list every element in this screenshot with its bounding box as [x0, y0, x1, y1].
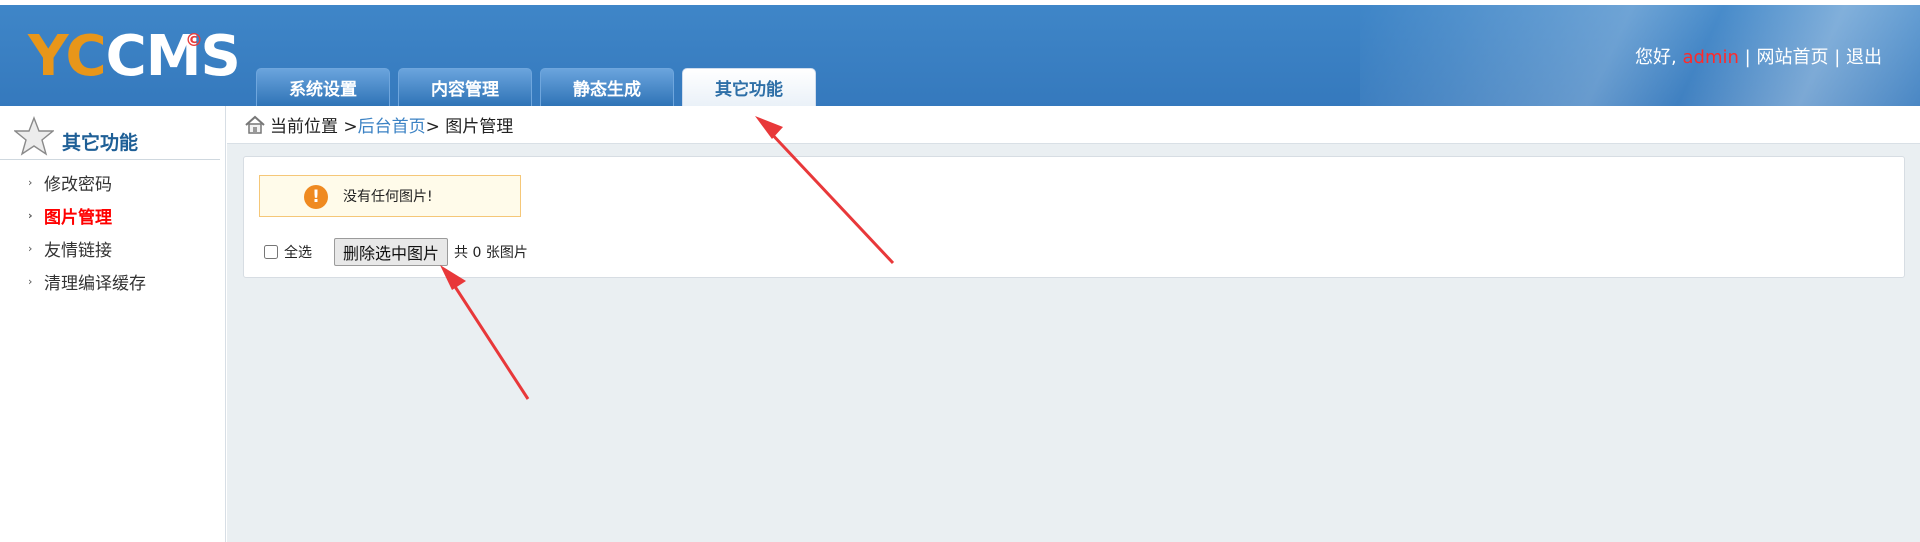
top-header: YCCMS © 系统设置 内容管理 静态生成 其它功能 您好, admin | … [0, 5, 1920, 106]
notice-text: 没有任何图片! [343, 189, 433, 205]
logo: YCCMS [28, 24, 241, 89]
empty-notice: ! 没有任何图片! [259, 175, 521, 217]
tab-static-generation[interactable]: 静态生成 [540, 68, 674, 106]
sidebar: 其它功能 › 修改密码 › 图片管理 › 友情链接 › 清理编译缓存 [0, 106, 226, 542]
breadcrumb: 当前位置 > 后台首页 > 图片管理 [227, 106, 1920, 144]
breadcrumb-prefix: 当前位置 > [270, 117, 358, 137]
logo-copyright-mark: © [185, 30, 203, 51]
sidebar-item-change-password[interactable]: › 修改密码 [28, 166, 146, 199]
chevron-right-icon: › [28, 176, 33, 189]
sidebar-item-friend-links[interactable]: › 友情链接 [28, 232, 146, 265]
select-all-checkbox[interactable] [264, 245, 278, 259]
breadcrumb-home-link[interactable]: 后台首页 [358, 112, 426, 137]
home-icon [245, 115, 265, 134]
sidebar-item-clear-cache[interactable]: › 清理编译缓存 [28, 265, 146, 298]
separator: | [1834, 47, 1841, 68]
sidebar-item-image-management[interactable]: › 图片管理 [28, 199, 146, 232]
site-home-link[interactable]: 网站首页 [1756, 47, 1828, 68]
image-count: 共 0 张图片 [454, 245, 528, 261]
select-all-label: 全选 [284, 245, 312, 261]
chevron-right-icon: › [28, 209, 33, 222]
bulk-controls: 全选 删除选中图片 共 0 张图片 [264, 238, 528, 266]
chevron-right-icon: › [28, 275, 33, 288]
user-bar: 您好, admin | 网站首页 | 退出 [1635, 43, 1882, 69]
tab-system-settings[interactable]: 系统设置 [256, 68, 390, 106]
tab-other-functions[interactable]: 其它功能 [682, 68, 816, 106]
separator: | [1744, 47, 1751, 68]
sidebar-menu: › 修改密码 › 图片管理 › 友情链接 › 清理编译缓存 [28, 166, 146, 298]
username[interactable]: admin [1683, 47, 1739, 68]
warning-icon: ! [304, 185, 328, 209]
delete-selected-button[interactable]: 删除选中图片 [334, 238, 449, 266]
sidebar-title: 其它功能 [62, 132, 139, 154]
main-content: 当前位置 > 后台首页 > 图片管理 ! 没有任何图片! 全选 删除选中图片 共… [227, 106, 1920, 542]
greeting-text: 您好, [1635, 47, 1677, 68]
logout-link[interactable]: 退出 [1846, 47, 1882, 68]
sidebar-header: 其它功能 [0, 106, 220, 160]
image-panel: ! 没有任何图片! 全选 删除选中图片 共 0 张图片 [243, 156, 1905, 278]
star-icon [14, 116, 54, 156]
main-nav-tabs: 系统设置 内容管理 静态生成 其它功能 [256, 68, 816, 106]
tab-content-management[interactable]: 内容管理 [398, 68, 532, 106]
breadcrumb-current: > 图片管理 [425, 117, 514, 137]
chevron-right-icon: › [28, 242, 33, 255]
